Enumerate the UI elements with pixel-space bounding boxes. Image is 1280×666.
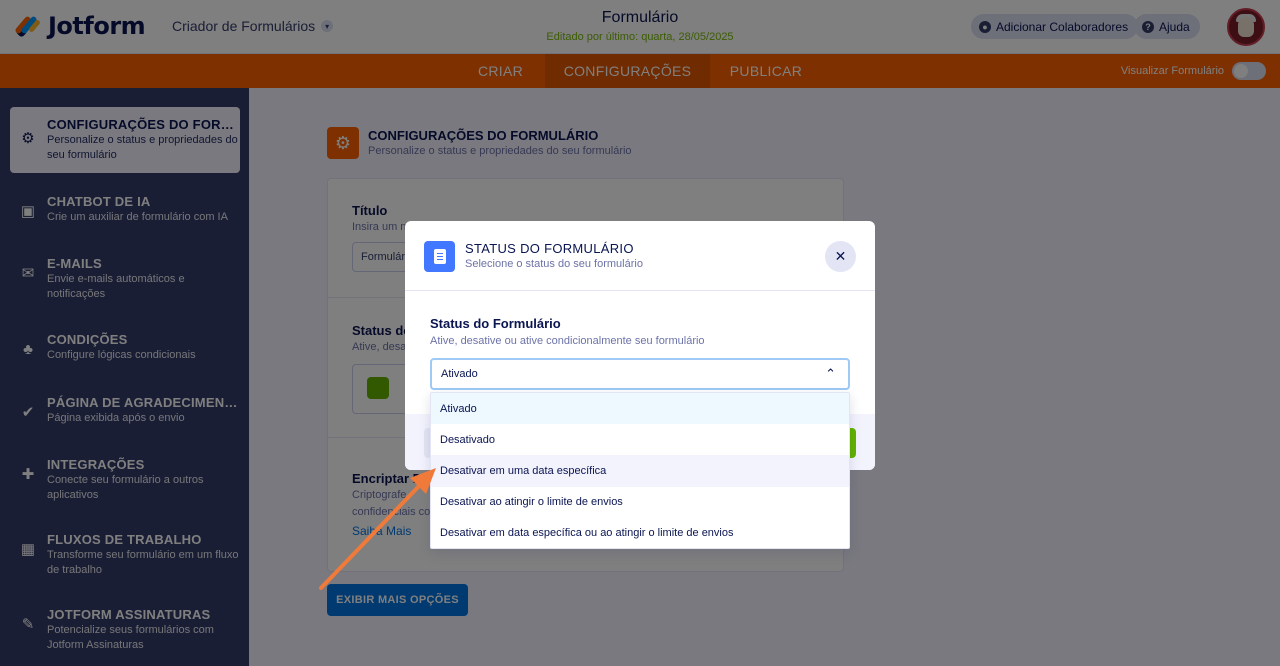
modal-subtitle: Selecione o status do seu formulário bbox=[465, 258, 643, 270]
option-disable-on-date-or-limit[interactable]: Desativar em data específica ou ao ating… bbox=[431, 518, 849, 548]
close-icon[interactable]: ✕ bbox=[825, 241, 856, 272]
status-field-label: Status do Formulário bbox=[430, 316, 561, 331]
modal-title: STATUS DO FORMULÁRIO bbox=[465, 241, 634, 256]
option-enabled[interactable]: Ativado bbox=[431, 393, 849, 425]
option-disable-on-limit[interactable]: Desativar ao atingir o limite de envios bbox=[431, 487, 849, 518]
option-disable-on-date[interactable]: Desativar em uma data específica bbox=[431, 455, 849, 487]
document-icon bbox=[424, 241, 455, 272]
option-disabled[interactable]: Desativado bbox=[431, 424, 849, 455]
selected-status: Ativado bbox=[441, 368, 478, 380]
chevron-up-icon: ⌃ bbox=[825, 366, 836, 381]
status-options-list: Ativado Desativado Desativar em uma data… bbox=[430, 392, 850, 549]
status-field-hint: Ative, desative ou ative condicionalment… bbox=[430, 335, 705, 347]
form-status-select[interactable]: Ativado ⌃ bbox=[430, 358, 850, 390]
